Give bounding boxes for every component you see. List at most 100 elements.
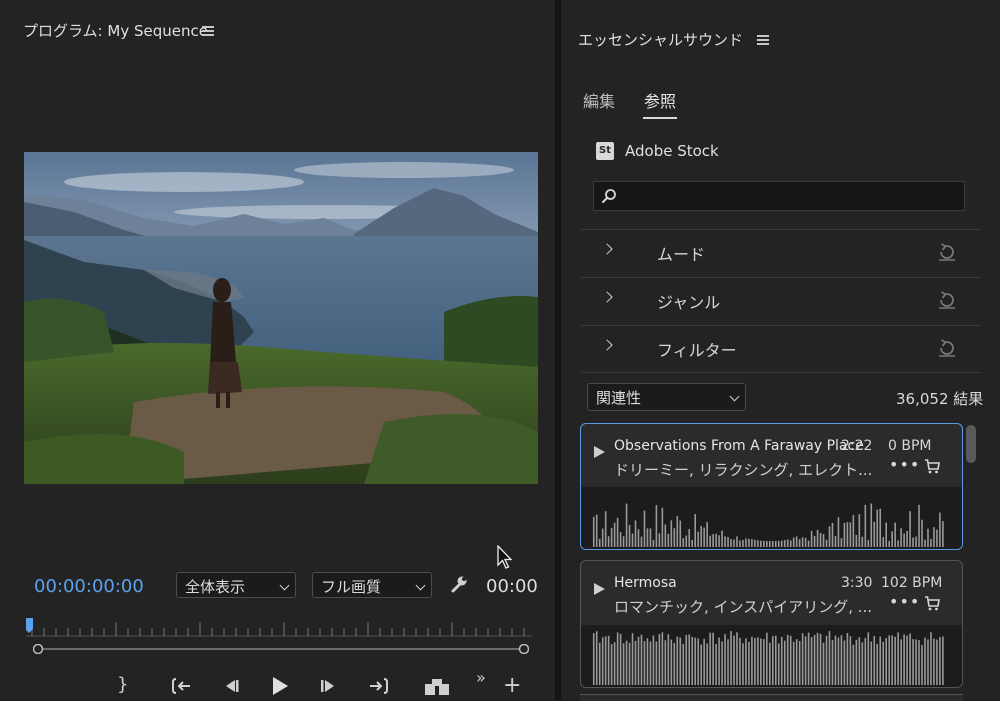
waveform-bar	[610, 644, 613, 685]
waveform-bar	[757, 540, 759, 547]
track-bpm: 102 BPM	[881, 575, 943, 591]
waveform-bar	[786, 539, 789, 547]
reset-icon[interactable]	[937, 290, 957, 310]
sort-select[interactable]: 関連性	[587, 383, 746, 411]
filter-row-filter[interactable]: フィルター	[581, 325, 981, 373]
reset-icon[interactable]	[937, 242, 957, 262]
play-button[interactable]	[270, 676, 290, 696]
waveform-bar	[783, 640, 786, 685]
waveform-bar	[942, 521, 944, 547]
waveform-bar	[798, 641, 801, 685]
program-panel-title[interactable]: プログラム: My Sequence	[23, 20, 208, 41]
waveform-bar	[918, 640, 920, 685]
waveform-bar	[640, 536, 643, 547]
time-ruler[interactable]	[26, 618, 532, 640]
more-icon[interactable]: •••	[889, 592, 920, 611]
waveform-bar	[807, 632, 810, 685]
fit-zoom-select[interactable]: 全体表示	[176, 572, 296, 598]
step-forward-button[interactable]	[320, 679, 338, 693]
wrench-icon[interactable]	[449, 574, 469, 594]
waveform-bar	[736, 632, 738, 685]
waveform-bar	[727, 639, 729, 685]
waveform-bar	[894, 636, 896, 685]
mark-out-button[interactable]: }	[117, 674, 128, 695]
waveform-bar	[688, 634, 691, 685]
export-frame-button[interactable]	[424, 676, 450, 696]
waveform-bar	[610, 527, 613, 547]
waveform-bar	[748, 538, 750, 547]
tab-edit[interactable]: 編集	[583, 88, 615, 112]
waveform-bar	[658, 533, 661, 547]
waveform-bar	[831, 640, 834, 685]
waveform-bar	[670, 639, 673, 685]
cart-icon[interactable]	[924, 596, 940, 611]
waveform-bar	[676, 516, 679, 547]
menu-icon[interactable]	[202, 26, 214, 36]
playback-quality-select[interactable]: フル画質	[312, 572, 432, 598]
more-icon[interactable]: •••	[889, 455, 920, 474]
filter-label: フィルター	[657, 341, 737, 360]
track-card[interactable]: Observations From A Faraway Place 2:22 0…	[580, 423, 963, 550]
waveform-bar	[721, 530, 723, 547]
play-icon[interactable]	[594, 583, 605, 595]
step-back-button[interactable]	[222, 679, 240, 693]
waveform-bar	[843, 640, 846, 685]
track-waveform[interactable]	[581, 487, 962, 549]
fit-zoom-label: 全体表示	[185, 578, 246, 596]
menu-icon[interactable]	[757, 35, 769, 45]
zoom-scrollbar[interactable]	[33, 644, 529, 654]
waveform-bar	[822, 534, 825, 547]
waveform-bar	[843, 522, 846, 547]
waveform-bar	[849, 522, 852, 547]
waveform-bar	[649, 528, 652, 547]
waveform-bar	[703, 638, 705, 685]
waveform-bar	[861, 536, 864, 547]
essential-sound-title[interactable]: エッセンシャルサウンド	[578, 29, 743, 50]
waveform-bar	[730, 539, 732, 547]
results-scrollbar[interactable]	[966, 425, 976, 463]
waveform-bar	[679, 520, 682, 547]
track-waveform[interactable]	[581, 625, 962, 687]
waveform-bar	[595, 514, 598, 547]
waveform-bar	[709, 535, 711, 547]
play-icon[interactable]	[594, 446, 605, 458]
waveform-bar	[640, 634, 643, 685]
waveform-bar	[783, 540, 786, 547]
reset-icon[interactable]	[937, 338, 957, 358]
waveform-bar	[604, 511, 607, 547]
waveform-bar	[804, 636, 807, 685]
waveform-bar	[607, 536, 610, 547]
more-controls-icon[interactable]: »	[476, 668, 486, 687]
waveform-bar	[870, 641, 873, 685]
track-card[interactable]: Hermosa 3:30 102 BPM ロマンチック, インスパイアリング, …	[580, 560, 963, 688]
waveform-bar	[837, 637, 840, 685]
waveform-bar	[804, 537, 807, 547]
waveform-bar	[816, 529, 819, 547]
waveform-bar	[777, 540, 780, 547]
waveform-bar	[789, 635, 792, 685]
active-tab-underline	[643, 117, 677, 119]
cart-icon[interactable]	[924, 459, 940, 474]
adobe-stock-logo: St	[596, 142, 614, 160]
waveform-bar	[873, 521, 876, 547]
waveform-bar	[760, 540, 762, 547]
waveform-bar	[637, 636, 640, 685]
waveform-bar	[691, 539, 694, 547]
waveform-bar	[733, 539, 735, 547]
go-to-in-button[interactable]	[172, 678, 194, 694]
chevron-right-icon	[601, 243, 613, 255]
waveform-bar	[625, 640, 628, 685]
tab-browse[interactable]: 参照	[644, 88, 676, 112]
waveform-bar	[918, 504, 920, 547]
waveform-bar	[840, 538, 843, 547]
waveform-bar	[810, 637, 813, 685]
waveform-bar	[858, 637, 861, 685]
filter-row-mood[interactable]: ムード	[581, 229, 981, 276]
search-input[interactable]	[593, 181, 965, 211]
playhead-timecode[interactable]: 00:00:00:00	[34, 576, 144, 597]
add-button-icon[interactable]: +	[503, 675, 521, 697]
waveform-bar	[625, 503, 628, 547]
go-to-out-button[interactable]	[366, 678, 388, 694]
filter-row-genre[interactable]: ジャンル	[581, 277, 981, 324]
mouse-cursor-icon	[497, 545, 513, 569]
